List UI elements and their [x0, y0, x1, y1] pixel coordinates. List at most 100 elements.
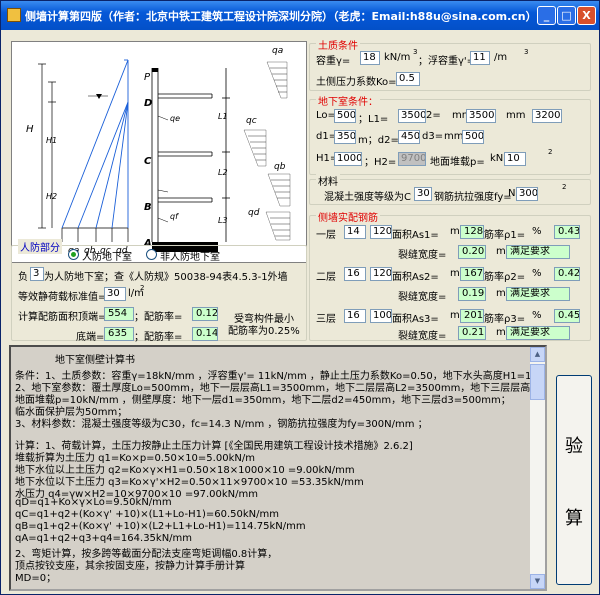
material-legend: 材料: [316, 173, 340, 188]
label-qf: qf: [170, 212, 178, 221]
buoy-input[interactable]: 11: [470, 51, 490, 65]
buoy-label: ；浮容重γ'=: [418, 56, 476, 67]
rebar-row-2-crack: 0.19: [458, 287, 486, 301]
h1-input[interactable]: 1000: [334, 152, 362, 166]
radio-civil-label: 人防地下室: [82, 252, 132, 263]
gamma-label: 容重γ=: [316, 56, 351, 67]
k0-input[interactable]: 0.5: [396, 72, 420, 86]
gamma-sup: 3: [413, 48, 418, 56]
d2-input[interactable]: 450: [398, 130, 420, 144]
load-sup: 2: [548, 148, 553, 156]
rebar-row-1-crack-label: 裂缝宽度=: [398, 250, 447, 261]
rebar-row-2-dia[interactable]: 16: [344, 267, 366, 281]
l2-input[interactable]: 3500: [466, 109, 496, 123]
d3-input[interactable]: 500: [462, 130, 484, 144]
rebar-row-1-ratio-label: 筋率ρ1=: [484, 230, 526, 241]
l1-input[interactable]: 3500: [398, 109, 426, 123]
rebar-row-2-spacing[interactable]: 120: [370, 267, 392, 281]
verify-button-char-2: 算: [565, 508, 583, 529]
scroll-up-icon[interactable]: ▲: [530, 347, 545, 362]
rebar-row-3-ratio: 0.45: [554, 309, 580, 323]
rebar-row-1-crack: 0.20: [458, 245, 486, 259]
rebar-row-1-area: 1282: [460, 225, 484, 239]
rebar-row-3-area-label: 面积As3=: [392, 314, 439, 325]
minimize-button[interactable]: _: [537, 6, 556, 25]
soil-legend: 土质条件: [316, 37, 360, 52]
rebar-row-1-area-label: 面积As1=: [392, 230, 439, 241]
rebar-row-3-spacing[interactable]: 100: [370, 309, 392, 323]
rebar-row-1-result: 满足要求: [506, 245, 570, 259]
equiv-input[interactable]: 30: [104, 287, 126, 301]
gamma-input[interactable]: 18: [360, 51, 380, 65]
rebar-row-1-crack-unit: m: [496, 246, 506, 257]
burden-prefix: 负: [18, 272, 28, 283]
calc-line: 地下室侧壁计算书: [55, 355, 135, 366]
label-qd2: qd: [248, 208, 260, 218]
rebar-row-3-name: 三层: [316, 314, 336, 325]
label-H2: H2: [46, 192, 58, 201]
buoy-unit: /m: [494, 52, 508, 63]
rebar-row-2-result: 满足要求: [506, 287, 570, 301]
close-button[interactable]: X: [577, 6, 596, 25]
window-title: 侧墙计算第四版（作者：北京中铁工建筑工程设计院深圳分院）（老虎：Email:h8…: [25, 10, 537, 23]
steel-input[interactable]: 300: [516, 187, 538, 201]
label-qc2: qc: [246, 116, 257, 126]
calc-line: MD=0；: [15, 573, 57, 584]
main-body: H H1 H2 P D C B A L1 L2 L3 qa qb qc qd q…: [5, 31, 595, 591]
radio-non-civil-label: 非人防地下室: [160, 252, 220, 263]
rebar-row-3-crack-unit: m: [496, 327, 506, 338]
civil-legend: 人防部分: [18, 239, 62, 254]
bottom-ratio-value: 0.14: [192, 327, 218, 341]
maximize-button[interactable]: □: [557, 6, 576, 25]
steel-label: 钢筋抗拉强度fy=: [434, 192, 512, 203]
d1-input[interactable]: 350: [334, 130, 356, 144]
calculation-output[interactable]: 地下室侧壁计算书 条件：1、土质参数：容重γ=18kN/mm ，浮容重γ'= 1…: [9, 345, 547, 591]
rebar-row-2-name: 二层: [316, 272, 336, 283]
lo-input[interactable]: 500: [334, 109, 356, 123]
verify-button-char-1: 验: [565, 436, 583, 457]
label-D: D: [144, 98, 153, 109]
app-window: 侧墙计算第四版（作者：北京中铁工建筑工程设计院深圳分院）（老虎：Email:h8…: [0, 0, 600, 595]
concrete-label: 混凝土强度等级为C: [324, 192, 411, 203]
label-C: C: [144, 156, 152, 167]
top-ratio-label: ；配筋率=: [134, 312, 183, 323]
rebar-row-3-ratio-label: 筋率ρ3=: [484, 314, 526, 325]
scroll-thumb[interactable]: [530, 364, 545, 400]
bottom-area-value: 635: [104, 327, 134, 341]
rebar-row-1-ratio: 0.43: [554, 225, 580, 239]
top-ratio-value: 0.12: [192, 307, 218, 321]
material-group: 材料 混凝土强度等级为C 30 钢筋抗拉强度fy= N 300 2: [309, 173, 591, 205]
h2-input: 9700: [398, 152, 426, 166]
radio-non-civil-basement[interactable]: [146, 249, 157, 260]
d2-label: m；d2=: [358, 135, 399, 146]
radio-civil-basement[interactable]: [68, 249, 79, 260]
bottom-ratio-label: ；配筋率=: [134, 332, 183, 343]
steel-unit: N: [508, 188, 516, 199]
load-unit: kN: [490, 153, 504, 164]
rebar-row-1-dia[interactable]: 14: [344, 225, 366, 239]
l2-label: 2=: [426, 110, 441, 121]
vertical-scrollbar[interactable]: ▲ ▼: [530, 347, 545, 589]
rebar-row-1-spacing[interactable]: 120: [370, 225, 392, 239]
scroll-down-icon[interactable]: ▼: [530, 574, 545, 589]
label-L3: L3: [218, 216, 228, 225]
buoy-sup: 3: [524, 48, 529, 56]
title-bar[interactable]: 侧墙计算第四版（作者：北京中铁工建筑工程设计院深圳分院）（老虎：Email:h8…: [1, 1, 599, 30]
rebar-row-3-dia[interactable]: 16: [344, 309, 366, 323]
burden-input[interactable]: 3: [30, 267, 44, 281]
load-input[interactable]: 10: [504, 152, 526, 166]
verify-button[interactable]: 验 算: [556, 375, 592, 585]
rebar-group: 侧墙实配钢筋 一层 14 120 面积As1= m 1282 筋率ρ1= % 0…: [309, 209, 591, 342]
label-B: B: [144, 202, 152, 213]
label-qa2: qa: [272, 46, 284, 56]
calc-line: qC=q1+q2+(Ko×γ' +10)×(L1+Lo-H1)=60.50kN/…: [15, 509, 280, 520]
bottom-area-label: 底端=: [76, 332, 105, 343]
l3-input[interactable]: 3200: [532, 109, 562, 123]
concrete-input[interactable]: 30: [414, 187, 432, 201]
soil-group: 土质条件 容重γ= 18 kN/m 3 ；浮容重γ'= 11 /m 3 土侧压力…: [309, 37, 591, 91]
steel-sup: 2: [562, 183, 567, 191]
label-L1: L1: [218, 112, 228, 121]
label-qb2: qb: [274, 162, 286, 172]
mm-label-3: mm: [444, 131, 464, 142]
rebar-row-2-m: m: [450, 268, 460, 279]
